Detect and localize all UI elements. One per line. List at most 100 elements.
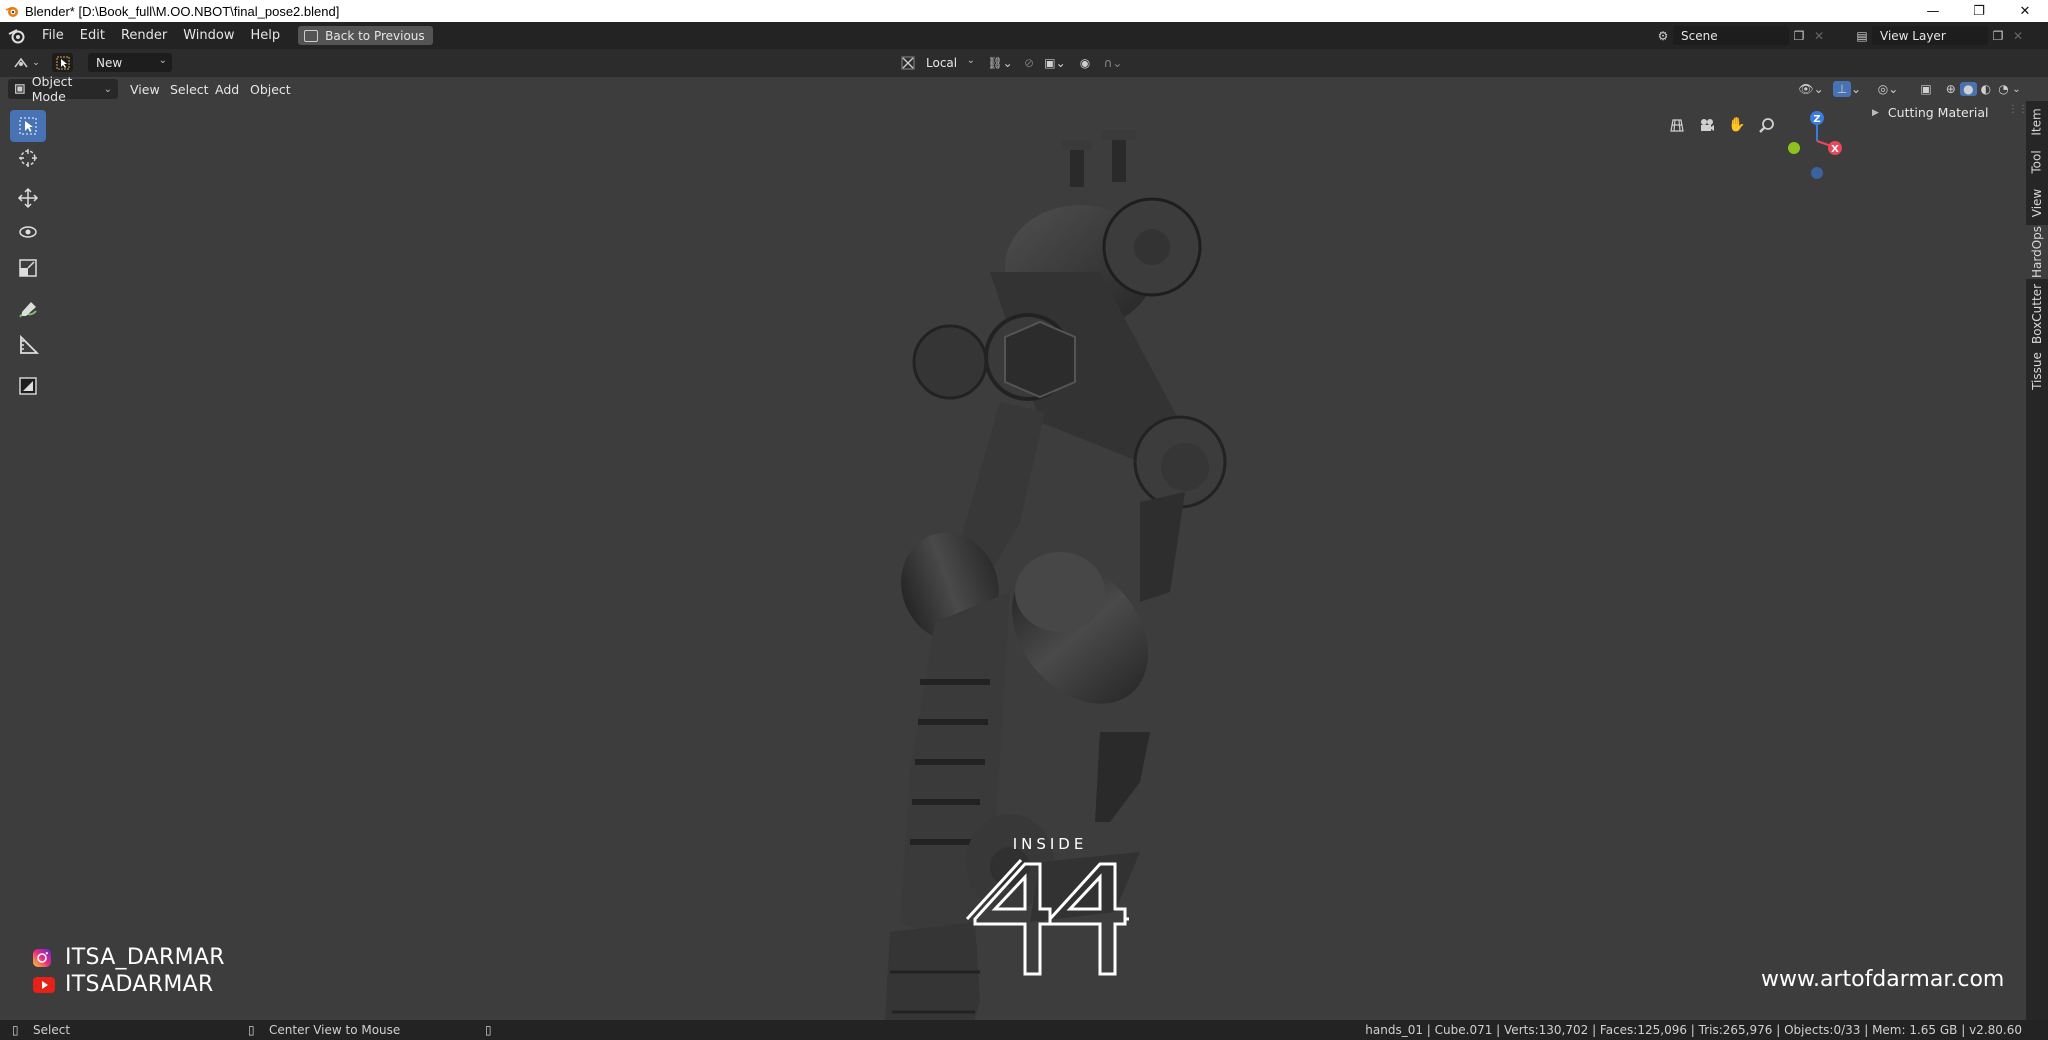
new-scene-icon[interactable]: ❐ bbox=[1789, 26, 1809, 45]
view-layer-icon[interactable]: ▤ bbox=[1852, 26, 1872, 45]
drag-handle-icon[interactable]: ⋮⋮ bbox=[2008, 105, 2028, 119]
new-view-layer-icon[interactable]: ❐ bbox=[1988, 26, 2008, 45]
tab-tissue[interactable]: Tissue bbox=[2026, 349, 2048, 393]
camera-view-icon[interactable] bbox=[1693, 111, 1721, 139]
material-shading-icon[interactable]: ◐ bbox=[1977, 82, 1995, 96]
menu-edit[interactable]: Edit bbox=[72, 22, 113, 49]
object-mode-dropdown[interactable]: Object Mode ⌄ bbox=[8, 74, 118, 104]
blender-logo-icon[interactable] bbox=[8, 27, 26, 45]
proportional-editing-icon[interactable]: ◉ bbox=[1076, 53, 1094, 72]
menu-render[interactable]: Render bbox=[113, 22, 175, 49]
solid-shading-icon[interactable]: ● bbox=[1959, 82, 1978, 96]
shading-options-chevron-icon[interactable]: ⌄ bbox=[2012, 84, 2022, 95]
mouse-left-icon: ▯ bbox=[12, 1023, 19, 1037]
annotate-icon bbox=[19, 302, 37, 318]
scene-selector: ⚙ Scene ❐ ✕ bbox=[1653, 26, 1829, 45]
object-mode-label: Object Mode bbox=[31, 74, 73, 104]
rotate-tool[interactable] bbox=[10, 216, 46, 248]
viewport-menu-add[interactable]: Add bbox=[209, 79, 245, 99]
tab-hardops-label: HardOps bbox=[2030, 225, 2044, 279]
tab-item[interactable]: Item bbox=[2026, 103, 2048, 141]
transform-orientation-dropdown[interactable]: Local ⌄ bbox=[918, 53, 980, 72]
youtube-icon bbox=[33, 976, 55, 993]
sidebar-tabs: Item Tool View HardOps BoxCutter Tissue bbox=[2026, 101, 2048, 1020]
pan-view-hand-icon[interactable]: ✋ bbox=[1723, 111, 1751, 139]
add-cube-tool[interactable] bbox=[10, 370, 46, 402]
menu-help[interactable]: Help bbox=[243, 22, 289, 49]
pivot-point-icon[interactable]: ⛓⌄ bbox=[985, 53, 1015, 72]
navigation-gizmo[interactable]: Z X bbox=[1780, 109, 1860, 189]
delete-view-layer-icon[interactable]: ✕ bbox=[2008, 26, 2028, 45]
viewport-menu-select[interactable]: Select bbox=[164, 79, 215, 99]
xray-toggle-icon[interactable]: ▣ bbox=[1916, 79, 1936, 99]
add-cube-icon bbox=[19, 377, 37, 395]
instagram-handle-text: ITSA_DARMAR bbox=[65, 945, 225, 970]
select-box-tool[interactable] bbox=[10, 110, 46, 142]
maximize-button[interactable]: ❐ bbox=[1956, 0, 2002, 22]
cursor-tool[interactable] bbox=[10, 142, 46, 174]
wireframe-shading-icon[interactable]: ⊕ bbox=[1942, 82, 1960, 96]
transform-orientation-icon[interactable] bbox=[900, 53, 916, 72]
view-layer-field[interactable]: View Layer bbox=[1872, 26, 1988, 45]
collapse-triangle-icon: ▶ bbox=[1872, 107, 1879, 118]
logo-inside-text: INSIDE bbox=[1012, 835, 1088, 853]
editor-type-chevron-icon[interactable]: ⌄ bbox=[31, 53, 41, 72]
back-to-previous-button[interactable]: Back to Previous bbox=[298, 26, 433, 45]
inside-44-logo: INSIDE bbox=[960, 835, 1140, 985]
menu-file[interactable]: File bbox=[34, 22, 72, 49]
shading-modes: ⊕ ● ◐ ◔ ⌄ bbox=[1942, 79, 2022, 99]
cutting-material-panel-header[interactable]: ▶ Cutting Material bbox=[1872, 105, 1988, 120]
new-dropdown-label: New bbox=[96, 55, 123, 70]
transform-orientation-label: Local bbox=[926, 55, 958, 70]
scale-icon bbox=[19, 259, 37, 277]
scene-field[interactable]: Scene bbox=[1673, 26, 1789, 45]
select-box-icon bbox=[19, 117, 37, 135]
scene-statistics: hands_01 | Cube.071 | Verts:130,702 | Fa… bbox=[1365, 1023, 2022, 1037]
tab-boxcutter[interactable]: BoxCutter bbox=[2026, 281, 2048, 347]
proportional-falloff-icon[interactable]: ∩⌄ bbox=[1098, 53, 1128, 72]
overlays-icon[interactable]: ◎⌄ bbox=[1872, 79, 1904, 99]
minimize-button[interactable]: — bbox=[1910, 0, 1956, 22]
move-tool[interactable] bbox=[10, 182, 46, 214]
youtube-handle-text: ITSADARMAR bbox=[65, 972, 214, 997]
gizmo-z-label: Z bbox=[1813, 114, 1820, 125]
snap-icon[interactable]: ⊘ bbox=[1020, 53, 1038, 72]
tab-tissue-label: Tissue bbox=[2030, 352, 2045, 390]
view-layer-selector: ▤ View Layer ❐ ✕ bbox=[1852, 26, 2028, 45]
viewport-menu-object[interactable]: Object bbox=[244, 79, 297, 99]
zoom-view-icon[interactable] bbox=[1753, 111, 1781, 139]
instagram-icon bbox=[33, 948, 51, 967]
cutting-material-label: Cutting Material bbox=[1887, 105, 1989, 120]
tab-view[interactable]: View bbox=[2026, 183, 2048, 223]
3d-viewport[interactable]: INSIDE ITSA_DARMAR ITSADARMAR www.artofd bbox=[0, 77, 2026, 1040]
chevron-down-icon: ⌄ bbox=[966, 55, 975, 66]
rendered-shading-icon[interactable]: ◔ bbox=[1995, 82, 2013, 96]
toggle-grid-icon[interactable] bbox=[1663, 111, 1691, 139]
close-button[interactable]: ✕ bbox=[2002, 0, 2048, 22]
delete-scene-icon[interactable]: ✕ bbox=[1809, 26, 1829, 45]
logo-44-mark bbox=[965, 859, 1129, 976]
select-tool-icon[interactable] bbox=[52, 53, 73, 72]
tab-tool[interactable]: Tool bbox=[2026, 143, 2048, 181]
gizmo-toggle-icon[interactable]: ⊥ ⌄ bbox=[1830, 79, 1864, 99]
editor-type-icon[interactable] bbox=[10, 53, 32, 72]
youtube-handle: ITSADARMAR bbox=[33, 972, 214, 997]
new-dropdown[interactable]: New ⌄ bbox=[88, 53, 172, 72]
move-icon bbox=[17, 187, 39, 209]
scene-icon[interactable]: ⚙ bbox=[1653, 26, 1673, 45]
menu-window[interactable]: Window bbox=[175, 22, 242, 49]
scale-tool[interactable] bbox=[10, 252, 46, 284]
mouse-right-icon: ▯ bbox=[485, 1023, 492, 1037]
website-url: www.artofdarmar.com bbox=[1761, 967, 2005, 992]
tab-hardops[interactable]: HardOps bbox=[2026, 225, 2048, 279]
measure-tool[interactable] bbox=[10, 329, 46, 361]
status-bar: ▯ Select ▯ Center View to Mouse ▯ hands_… bbox=[0, 1020, 2048, 1040]
status-center-view-hint: Center View to Mouse bbox=[269, 1023, 401, 1037]
tab-tool-label: Tool bbox=[2030, 150, 2044, 174]
chevron-down-icon: ⌄ bbox=[103, 83, 112, 95]
annotate-tool[interactable] bbox=[10, 294, 46, 326]
measure-icon bbox=[20, 334, 39, 354]
visibility-eye-icon[interactable]: 👁⌄ bbox=[1795, 79, 1827, 99]
snap-target-icon[interactable]: ▣⌄ bbox=[1040, 53, 1070, 72]
viewport-menu-view[interactable]: View bbox=[124, 79, 166, 99]
